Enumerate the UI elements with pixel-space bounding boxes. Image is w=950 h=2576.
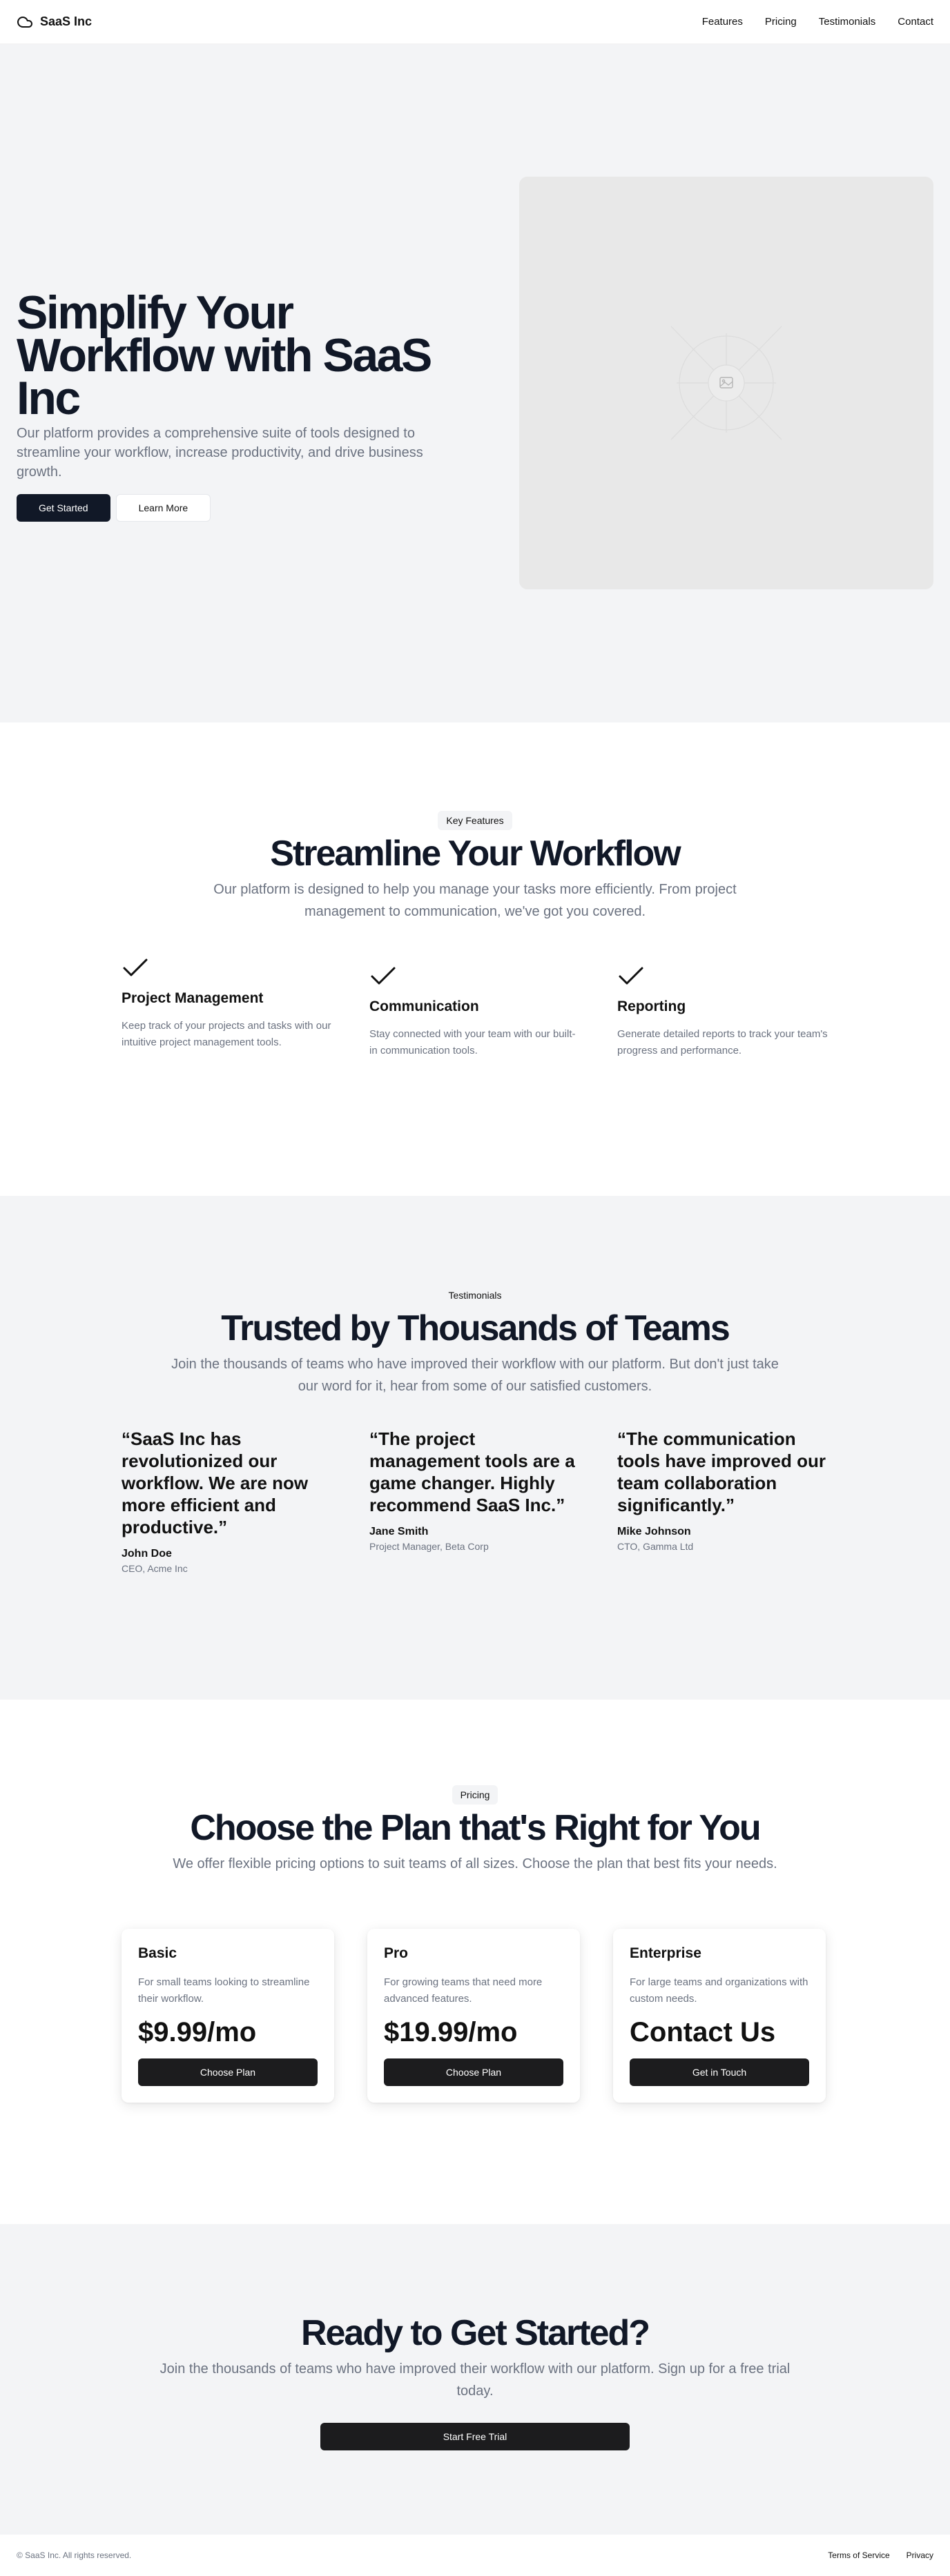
pricing-grid: Basic For small teams looking to streaml… [122, 1929, 828, 2103]
features-grid: Project Management Keep track of your pr… [122, 954, 828, 1059]
pricing-subtitle: We offer flexible pricing options to sui… [173, 1856, 777, 1871]
pricing-header: Pricing Choose the Plan that's Right for… [0, 1785, 950, 1875]
hero-buttons: Get Started Learn More [17, 494, 458, 522]
plan-price: Contact Us [630, 2017, 776, 2047]
testimonials-section: Testimonials Trusted by Thousands of Tea… [0, 1196, 950, 1700]
testimonials-title: Trusted by Thousands of Teams [221, 1308, 730, 1348]
nav-link-features[interactable]: Features [702, 16, 743, 28]
feature-description: Keep track of your projects and tasks wi… [122, 1020, 331, 1048]
privacy-link[interactable]: Privacy [907, 2550, 933, 2560]
feature-card: Communication Stay connected with your t… [369, 954, 580, 1059]
brand[interactable]: SaaS Inc [17, 14, 92, 30]
site-header: SaaS Inc Features Pricing Testimonials C… [0, 0, 950, 44]
testimonial-author: Jane Smith [369, 1526, 429, 1537]
main-nav: Features Pricing Testimonials Contact [702, 16, 933, 28]
features-subtitle: Our platform is designed to help you man… [213, 882, 737, 919]
pricing-badge: Pricing [452, 1785, 498, 1805]
site-footer: © SaaS Inc. All rights reserved. Terms o… [0, 2535, 950, 2576]
testimonials-subtitle: Join the thousands of teams who have imp… [171, 1357, 779, 1394]
learn-more-button[interactable]: Learn More [115, 494, 211, 522]
check-icon [123, 958, 148, 976]
cta-title: Ready to Get Started? [300, 2313, 650, 2353]
get-in-touch-button[interactable]: Get in Touch [630, 2058, 809, 2086]
check-icon [619, 967, 643, 985]
pricing-title: Choose the Plan that's Right for You [190, 1808, 761, 1848]
testimonial-quote: “The communication tools have improved o… [617, 1428, 826, 1515]
hero-image-placeholder [519, 177, 933, 589]
get-started-button[interactable]: Get Started [17, 494, 110, 522]
feature-title: Project Management [122, 990, 264, 1006]
footer-links: Terms of Service Privacy [828, 2550, 933, 2560]
testimonials-grid: “SaaS Inc has revolutionized our workflo… [122, 1428, 828, 1574]
copyright-text: © SaaS Inc. All rights reserved. [17, 2550, 132, 2560]
testimonial-quote: “SaaS Inc has revolutionized our workflo… [122, 1428, 309, 1537]
features-section: Key Features Streamline Your Workflow Ou… [0, 722, 950, 1196]
testimonial-role: CEO, Acme Inc [122, 1563, 188, 1574]
terms-link[interactable]: Terms of Service [828, 2550, 889, 2560]
features-title: Streamline Your Workflow [270, 834, 681, 874]
testimonial-card: “SaaS Inc has revolutionized our workflo… [122, 1428, 332, 1574]
features-header: Key Features Streamline Your Workflow Ou… [0, 811, 950, 923]
nav-link-pricing[interactable]: Pricing [765, 16, 797, 28]
pricing-card-pro: Pro For growing teams that need more adv… [367, 1929, 580, 2103]
testimonials-label: Testimonials [448, 1290, 502, 1301]
testimonial-quote: “The project management tools are a game… [369, 1428, 575, 1515]
choose-plan-button[interactable]: Choose Plan [138, 2058, 318, 2086]
cloud-icon [17, 14, 33, 30]
brand-name: SaaS Inc [40, 14, 93, 28]
plan-name: Basic [138, 1945, 177, 1961]
plan-description: For large teams and organizations with c… [630, 1976, 808, 2005]
pricing-card-enterprise: Enterprise For large teams and organizat… [613, 1929, 826, 2103]
testimonial-card: “The project management tools are a game… [369, 1428, 580, 1574]
testimonial-author: Mike Johnson [617, 1526, 691, 1537]
pricing-section: Pricing Choose the Plan that's Right for… [0, 1700, 950, 2224]
hero-section: Simplify Your Workflow with SaaS Inc Our… [0, 44, 950, 722]
cta-header: Ready to Get Started? Join the thousands… [0, 2310, 950, 2450]
hero-content: Simplify Your Workflow with SaaS Inc Our… [17, 286, 458, 522]
plan-price: $9.99/mo [138, 2017, 257, 2047]
feature-description: Stay connected with your team with our b… [369, 1028, 576, 1056]
testimonials-header: Testimonials Trusted by Thousands of Tea… [0, 1290, 950, 1397]
testimonial-role: Project Manager, Beta Corp [369, 1541, 489, 1552]
hero-subtitle: Our platform provides a comprehensive su… [17, 426, 423, 480]
cta-subtitle: Join the thousands of teams who have imp… [159, 2361, 791, 2399]
image-placeholder-icon [670, 326, 782, 440]
nav-link-testimonials[interactable]: Testimonials [819, 16, 876, 28]
feature-description: Generate detailed reports to track your … [617, 1028, 828, 1056]
check-icon [371, 967, 396, 985]
pricing-card-basic: Basic For small teams looking to streaml… [122, 1929, 334, 2103]
plan-name: Pro [384, 1945, 409, 1961]
feature-title: Communication [369, 999, 479, 1014]
plan-description: For small teams looking to streamline th… [138, 1976, 310, 2005]
plan-description: For growing teams that need more advance… [384, 1976, 543, 2005]
feature-card: Reporting Generate detailed reports to t… [617, 954, 828, 1059]
choose-plan-button[interactable]: Choose Plan [384, 2058, 563, 2086]
testimonial-card: “The communication tools have improved o… [617, 1428, 828, 1574]
plan-price: $19.99/mo [384, 2017, 518, 2047]
feature-card: Project Management Keep track of your pr… [122, 954, 332, 1059]
nav-link-contact[interactable]: Contact [898, 16, 933, 28]
cta-section: Ready to Get Started? Join the thousands… [0, 2224, 950, 2535]
plan-name: Enterprise [630, 1945, 701, 1961]
hero-title: Simplify Your Workflow with SaaS Inc [17, 286, 432, 424]
testimonial-role: CTO, Gamma Ltd [617, 1541, 694, 1552]
testimonial-author: John Doe [122, 1548, 172, 1560]
start-free-trial-button[interactable]: Start Free Trial [320, 2423, 630, 2450]
feature-title: Reporting [617, 999, 686, 1014]
features-badge: Key Features [438, 811, 512, 830]
